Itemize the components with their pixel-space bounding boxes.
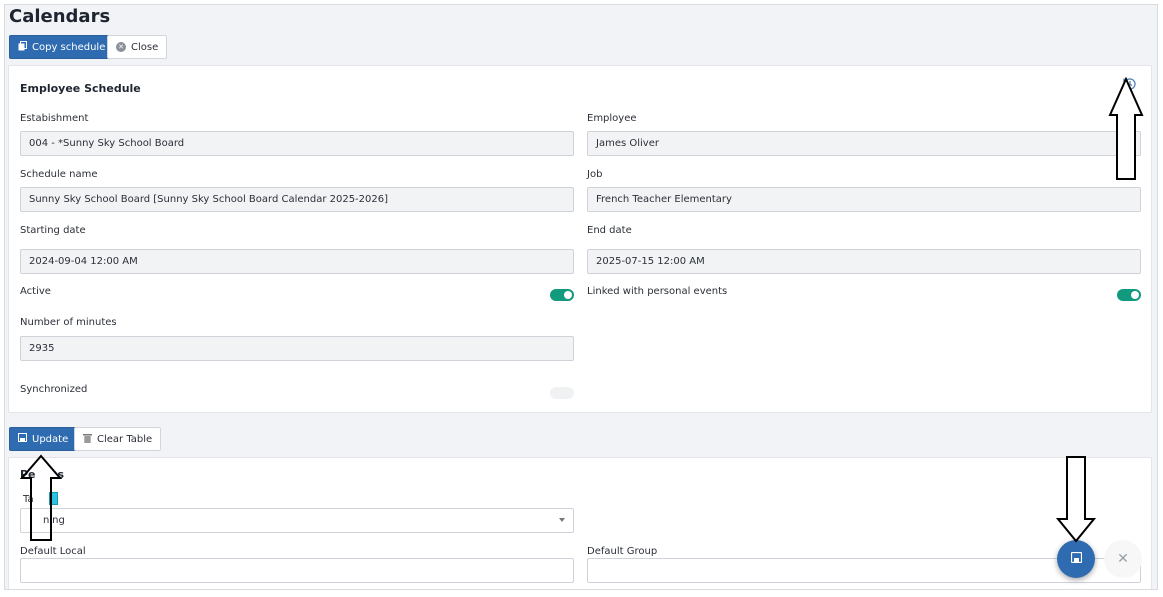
save-icon bbox=[1070, 551, 1082, 566]
clear-table-label: Clear Table bbox=[97, 433, 153, 445]
employee-field[interactable]: James Oliver bbox=[587, 131, 1141, 156]
schedule-name-field[interactable]: Sunny Sky School Board [Sunny Sky School… bbox=[20, 187, 574, 212]
floating-close-button[interactable]: ✕ bbox=[1104, 540, 1142, 578]
employee-label: Employee bbox=[587, 113, 637, 124]
job-label: Job bbox=[587, 169, 603, 180]
default-local-label: Default Local bbox=[20, 546, 86, 557]
employee-schedule-card: Employee Schedule Estabishment 004 - *Su… bbox=[8, 65, 1152, 413]
starting-date-label: Starting date bbox=[20, 225, 86, 236]
synchronized-toggle[interactable] bbox=[550, 387, 574, 399]
end-date-label: End date bbox=[587, 225, 632, 236]
clear-table-button[interactable]: Clear Table bbox=[74, 427, 162, 451]
starting-date-field[interactable]: 2024-09-04 12:00 AM bbox=[20, 249, 574, 274]
arrow-up-annotation-icon bbox=[1108, 77, 1144, 180]
close-circle-icon: ✕ bbox=[116, 42, 126, 52]
close-icon: ✕ bbox=[1117, 551, 1129, 567]
close-label: Close bbox=[131, 41, 159, 53]
job-field[interactable]: French Teacher Elementary bbox=[587, 187, 1141, 212]
active-label: Active bbox=[20, 286, 51, 297]
app-frame: Calendars Copy schedule ✕ Close Employee… bbox=[4, 4, 1158, 590]
default-local-field[interactable] bbox=[20, 558, 574, 583]
schedule-name-label: Schedule name bbox=[20, 169, 98, 180]
periods-card: Pe s Ta ning Default Local Default Group bbox=[8, 457, 1152, 589]
update-label: Update bbox=[32, 433, 69, 445]
floating-save-button[interactable] bbox=[1057, 540, 1095, 578]
end-date-field[interactable]: 2025-07-15 12:00 AM bbox=[587, 249, 1141, 274]
minutes-field[interactable]: 2935 bbox=[20, 336, 574, 361]
synchronized-label: Synchronized bbox=[20, 384, 88, 395]
card-title: Employee Schedule bbox=[20, 82, 141, 95]
establishment-field[interactable]: 004 - *Sunny Sky School Board bbox=[20, 131, 574, 156]
copy-schedule-label: Copy schedule bbox=[32, 41, 106, 53]
save-icon bbox=[18, 433, 27, 445]
active-toggle[interactable] bbox=[550, 289, 574, 301]
page-title: Calendars bbox=[9, 6, 111, 27]
type-select[interactable]: ning bbox=[20, 508, 574, 533]
close-button[interactable]: ✕ Close bbox=[107, 35, 168, 59]
minutes-label: Number of minutes bbox=[20, 317, 117, 328]
arrow-down-annotation-icon bbox=[1056, 456, 1096, 543]
establishment-label: Estabishment bbox=[20, 113, 89, 124]
default-group-label: Default Group bbox=[587, 546, 658, 557]
trash-icon bbox=[83, 433, 92, 446]
copy-icon bbox=[18, 40, 27, 54]
arrow-up-annotation-icon bbox=[20, 454, 62, 541]
copy-schedule-button[interactable]: Copy schedule bbox=[9, 35, 115, 59]
chevron-down-icon bbox=[559, 518, 565, 522]
linked-label: Linked with personal events bbox=[587, 286, 728, 297]
linked-personal-events-toggle[interactable] bbox=[1117, 289, 1141, 301]
update-button[interactable]: Update bbox=[9, 427, 78, 451]
